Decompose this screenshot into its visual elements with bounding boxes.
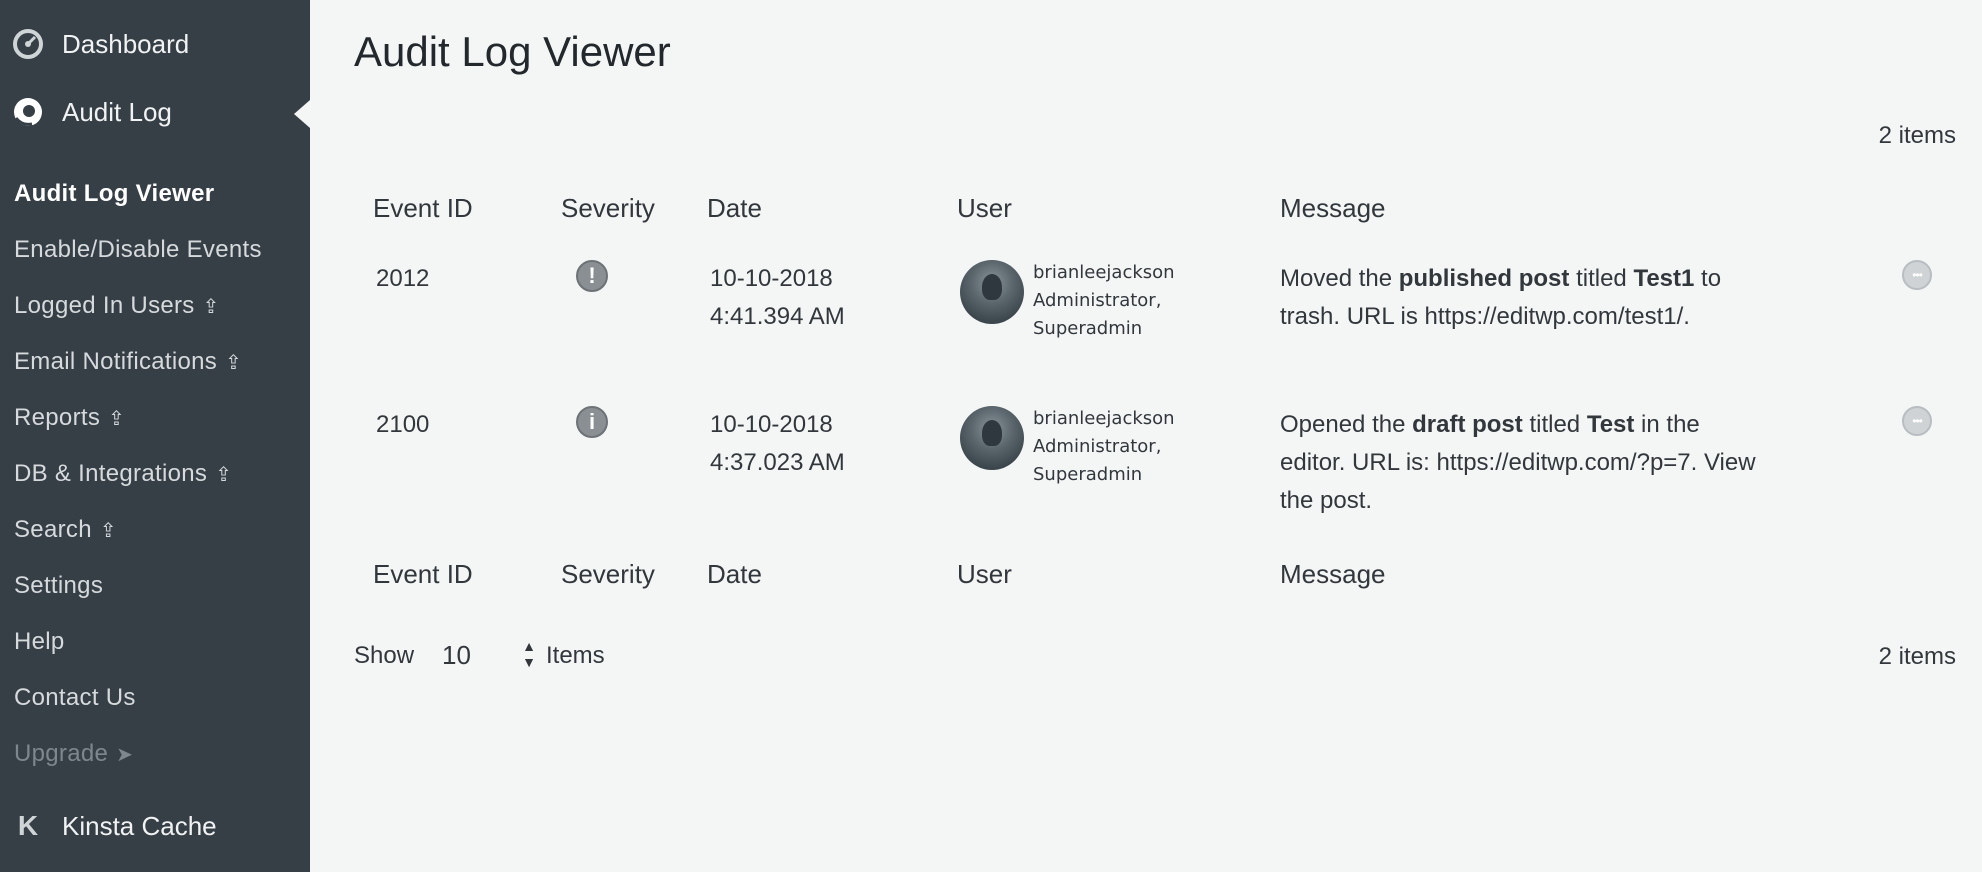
column-header-user[interactable]: User — [957, 193, 1012, 224]
column-footer-severity[interactable]: Severity — [561, 559, 655, 590]
submenu-upgrade[interactable]: Upgrade ➤ — [0, 726, 310, 782]
audit-log-icon — [12, 96, 44, 128]
upgrade-icon: ⇪ — [99, 519, 117, 542]
submenu-settings[interactable]: Settings — [0, 558, 310, 614]
column-footer-event-id[interactable]: Event ID — [373, 559, 473, 590]
warning-severity-icon: ! — [576, 260, 608, 292]
per-page-select[interactable]: 10 ▲ ▼ — [434, 630, 540, 680]
submenu-contact-us[interactable]: Contact Us — [0, 670, 310, 726]
column-header-severity[interactable]: Severity — [561, 193, 655, 224]
page-title: Audit Log Viewer — [354, 28, 671, 75]
user-cell: brianleejackson Administrator, Superadmi… — [1033, 262, 1175, 339]
more-details-icon[interactable]: ••• — [1902, 260, 1932, 290]
submenu-logged-in-users[interactable]: Logged In Users ⇪ — [0, 278, 310, 334]
message-cell: Moved the published post titled Test1 to… — [1280, 265, 1722, 330]
date-cell: 10-10-2018 4:37.023 AM — [710, 411, 845, 476]
column-footer-message[interactable]: Message — [1280, 559, 1386, 590]
menu-dashboard[interactable]: Dashboard — [0, 16, 310, 72]
item-count-bottom: 2 items — [1878, 643, 1956, 670]
date-cell: 10-10-2018 4:41.394 AM — [710, 265, 845, 330]
active-menu-indicator — [294, 100, 310, 128]
submenu-db-integrations[interactable]: DB & Integrations ⇪ — [0, 446, 310, 502]
menu-audit-log[interactable]: Audit Log — [0, 84, 310, 140]
avatar — [960, 406, 1024, 470]
submenu-audit-log-viewer[interactable]: Audit Log Viewer — [0, 166, 310, 222]
submenu-search[interactable]: Search ⇪ — [0, 502, 310, 558]
message-cell: Opened the draft post titled Test in the… — [1280, 411, 1756, 514]
submenu-enable-disable-events[interactable]: Enable/Disable Events — [0, 222, 310, 278]
per-page-value: 10 — [442, 639, 471, 670]
menu-kinsta-cache-label: Kinsta Cache — [62, 810, 217, 841]
info-severity-icon: i — [576, 406, 608, 438]
event-id-cell: 2100 — [376, 411, 430, 438]
more-details-icon[interactable]: ••• — [1902, 406, 1932, 436]
column-footer-date[interactable]: Date — [707, 559, 762, 590]
admin-sidebar: Dashboard Audit Log Audit Log Viewer Ena… — [0, 0, 310, 872]
menu-dashboard-label: Dashboard — [62, 28, 190, 59]
submenu-reports[interactable]: Reports ⇪ — [0, 390, 310, 446]
kinsta-k-icon: K — [17, 810, 39, 841]
audit-log-submenu: Audit Log Viewer Enable/Disable Events L… — [0, 166, 310, 782]
show-label: Show — [354, 642, 415, 669]
user-cell: brianleejackson Administrator, Superadmi… — [1033, 408, 1175, 485]
upgrade-icon: ⇪ — [108, 407, 126, 430]
dashboard-gauge-icon — [12, 28, 44, 60]
column-header-date[interactable]: Date — [707, 193, 762, 224]
main-content: Audit Log Viewer 2 items Event ID Severi… — [310, 0, 1982, 872]
upgrade-icon: ⇪ — [225, 351, 243, 374]
select-updown-icon: ▲ ▼ — [522, 638, 536, 670]
items-label: Items — [546, 642, 605, 669]
column-footer-user[interactable]: User — [957, 559, 1012, 590]
upgrade-icon: ⇪ — [215, 463, 233, 486]
item-count-top: 2 items — [1878, 122, 1956, 149]
column-header-message[interactable]: Message — [1280, 193, 1386, 224]
avatar — [960, 260, 1024, 324]
submenu-email-notifications[interactable]: Email Notifications ⇪ — [0, 334, 310, 390]
submenu-help[interactable]: Help — [0, 614, 310, 670]
menu-audit-log-label: Audit Log — [62, 96, 172, 127]
upgrade-icon: ⇪ — [202, 295, 220, 318]
column-header-event-id[interactable]: Event ID — [373, 193, 473, 224]
menu-kinsta-cache[interactable]: K Kinsta Cache — [0, 798, 310, 854]
arrow-right-icon: ➤ — [116, 743, 134, 766]
event-id-cell: 2012 — [376, 265, 430, 292]
